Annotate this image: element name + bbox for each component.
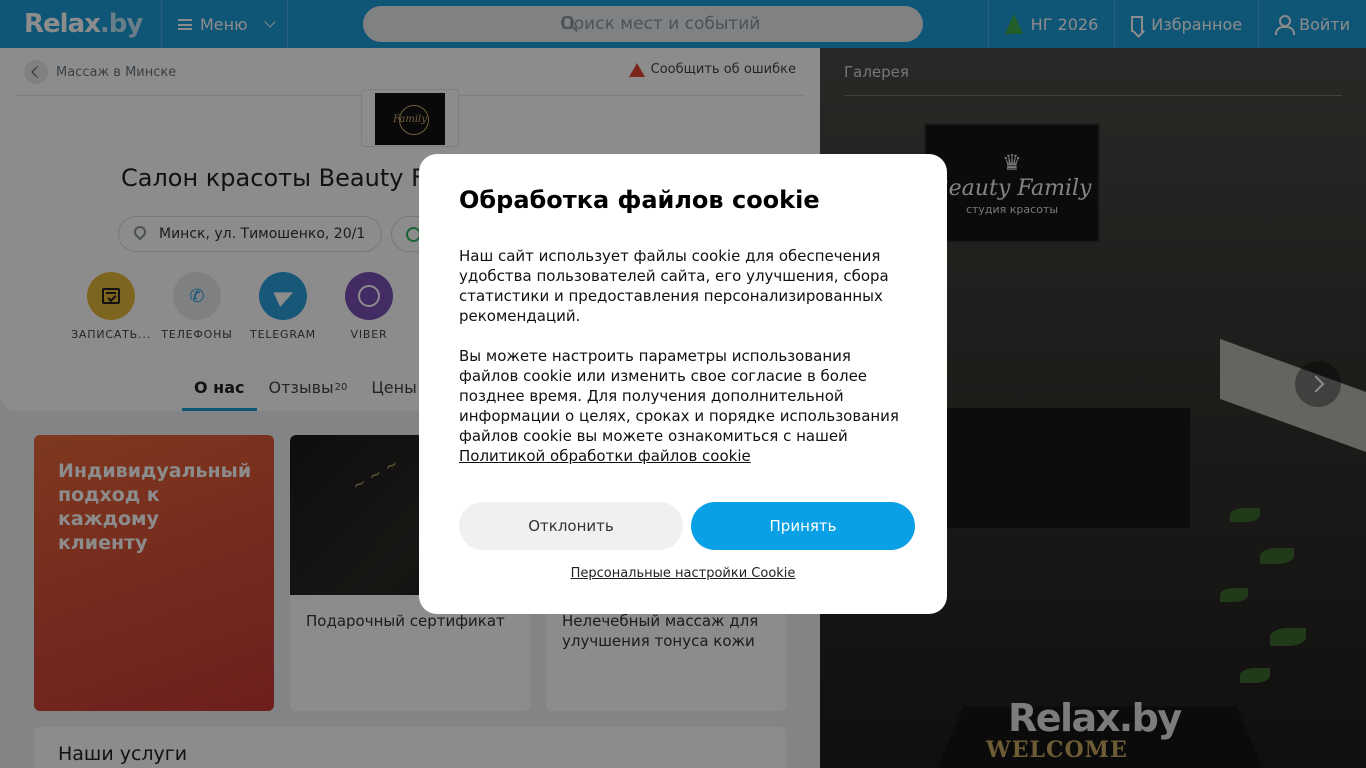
cookie-text-1: Наш сайт использует файлы cookie для обе… [459, 247, 889, 325]
cookie-text-2: Вы можете настроить параметры использова… [459, 346, 907, 466]
cookie-title: Обработка файлов cookie [459, 186, 820, 214]
decline-button[interactable]: Отклонить [459, 502, 683, 550]
cookie-policy-link[interactable]: Политикой обработки файлов cookie [459, 447, 751, 465]
cookie-buttons: Отклонить Принять [459, 502, 915, 550]
cookie-settings-link[interactable]: Персональные настройки Cookie [419, 566, 947, 581]
accept-button[interactable]: Принять [691, 502, 915, 550]
cookie-text-2-body: Вы можете настроить параметры использова… [459, 347, 899, 445]
cookie-dialog: Обработка файлов cookie Наш сайт использ… [419, 154, 947, 614]
